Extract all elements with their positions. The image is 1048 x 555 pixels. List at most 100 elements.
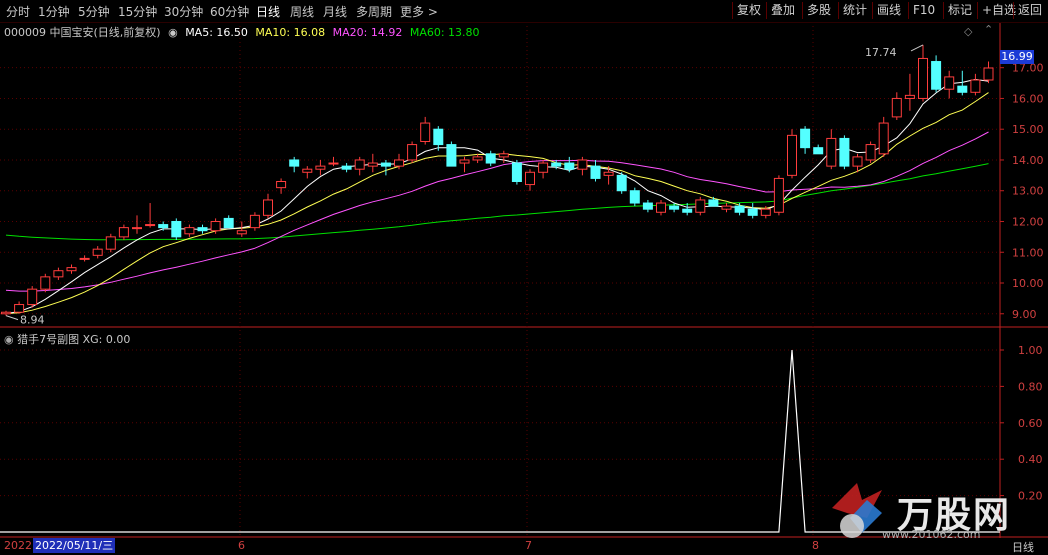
- candle-body-up: [328, 162, 339, 165]
- tab-intraday[interactable]: 分时: [6, 3, 30, 20]
- ma60-line: [5, 163, 989, 241]
- candle-body-up: [66, 267, 77, 272]
- candle-body-up: [367, 162, 378, 167]
- candle-body-down: [669, 205, 680, 210]
- candle-body-down: [511, 162, 522, 182]
- candle-body-up: [302, 168, 313, 173]
- candle-body-down: [813, 147, 824, 155]
- year-label: 2022: [4, 539, 32, 552]
- kline-chart[interactable]: 17.0016.0015.0014.0013.0012.0011.0010.00…: [0, 0, 1048, 554]
- candle-body-up: [577, 159, 588, 170]
- tab-daily[interactable]: 日线: [256, 3, 280, 20]
- candle-body-down: [551, 162, 562, 167]
- tab-multi-period[interactable]: 多周期: [356, 3, 392, 20]
- candle-body-down: [171, 220, 182, 238]
- candle-body-down: [564, 162, 575, 170]
- indicator-tick-label: 0.60: [1018, 417, 1043, 430]
- candle-body-down: [629, 190, 640, 204]
- multi-stock-button[interactable]: 多股: [802, 2, 835, 19]
- tab-monthly[interactable]: 月线: [323, 3, 347, 20]
- low-marker-line: [5, 315, 19, 321]
- candle-body-down: [747, 208, 758, 216]
- candle-body-down: [197, 227, 208, 232]
- price-tick-label: 16.00: [1012, 92, 1044, 105]
- stock-info-line: 000009 中国宝安(日线,前复权) ◉ MA5: 16.50 MA10: 1…: [4, 24, 484, 40]
- high-marker-line: [910, 44, 924, 52]
- draw-line-button[interactable]: 画线: [872, 2, 905, 19]
- ma10-label: MA10: 16.08: [255, 26, 326, 39]
- candle-body-up: [105, 236, 116, 250]
- diamond-icon[interactable]: ◇: [964, 25, 972, 38]
- overlay-button[interactable]: 叠加: [766, 2, 799, 19]
- candle-body-up: [944, 76, 955, 90]
- tab-weekly[interactable]: 周线: [290, 3, 314, 20]
- high-price-label: 17.74: [865, 46, 897, 59]
- candle-body-down: [485, 153, 496, 164]
- tab-15min[interactable]: 15分钟: [118, 3, 157, 20]
- candle-body-down: [734, 205, 745, 213]
- ma60-label: MA60: 13.80: [409, 26, 480, 39]
- month-7: 7: [525, 539, 532, 552]
- candle-body-up: [852, 156, 863, 167]
- candle-body-up: [498, 153, 509, 158]
- candle-body-up: [263, 199, 273, 216]
- collapse-up-icon[interactable]: ⌃: [984, 23, 993, 36]
- candle-body-up: [354, 159, 365, 170]
- candle-body-down: [642, 202, 653, 210]
- ma5-label: MA5: 16.50: [185, 26, 248, 39]
- tab-60min[interactable]: 60分钟: [210, 3, 249, 20]
- ma10-line: [5, 92, 989, 315]
- candle-body-down: [616, 174, 627, 192]
- indicator-tick-label: 0.80: [1018, 380, 1043, 393]
- candle-body-down: [341, 165, 352, 170]
- candle-body-down: [708, 199, 719, 207]
- candle-body-up: [721, 205, 732, 210]
- f10-button[interactable]: F10: [908, 2, 939, 19]
- candle-body-up: [407, 144, 418, 161]
- indicator-settings-icon[interactable]: ◉: [4, 333, 14, 346]
- ma20-label: MA20: 14.92: [332, 26, 403, 39]
- candle-body-up: [40, 276, 51, 290]
- candle-body-up: [92, 248, 103, 256]
- stock-title: 000009 中国宝安(日线,前复权): [4, 26, 161, 39]
- tab-1min[interactable]: 1分钟: [38, 3, 70, 20]
- candle-body-down: [682, 208, 693, 213]
- candle-body-down: [158, 224, 169, 229]
- watermark-url: www.201062.com: [882, 528, 981, 541]
- price-tick-label: 15.00: [1012, 123, 1044, 136]
- indicator-tick-label: 1.00: [1018, 344, 1043, 357]
- candle-body-down: [446, 144, 457, 167]
- rights-adjust-button[interactable]: 复权: [732, 2, 765, 19]
- tab-30min[interactable]: 30分钟: [164, 3, 203, 20]
- tab-5min[interactable]: 5分钟: [78, 3, 110, 20]
- tab-more[interactable]: 更多 >: [400, 3, 438, 20]
- candle-body-up: [459, 159, 470, 164]
- candle-body-up: [27, 288, 38, 306]
- candle-body-up: [983, 67, 994, 81]
- price-tick-label: 10.00: [1012, 277, 1044, 290]
- period-toolbar: 分时 1分钟 5分钟 15分钟 30分钟 60分钟 日线 周线 月线 多周期 更…: [0, 0, 1048, 23]
- candle-body-down: [800, 128, 811, 149]
- back-button[interactable]: 返回: [1013, 2, 1046, 19]
- month-8: 8: [812, 539, 819, 552]
- candle-body-up: [236, 230, 247, 235]
- ma5-line: [5, 78, 989, 314]
- statistics-button[interactable]: 统计: [838, 2, 871, 19]
- candle-body-up: [603, 171, 614, 176]
- candle-body-up: [695, 199, 706, 213]
- candle-body-up: [394, 159, 404, 167]
- candle-body-up: [14, 304, 25, 313]
- cursor-date: 2022/05/11/三: [33, 538, 116, 553]
- candle-body-down: [957, 85, 968, 93]
- price-tick-label: 14.00: [1012, 154, 1044, 167]
- candle-body-down: [223, 217, 234, 229]
- candle-body-up: [276, 181, 287, 189]
- price-tick-label: 9.00: [1012, 308, 1037, 321]
- candle-body-up: [315, 165, 326, 170]
- candle-body-up: [865, 144, 876, 161]
- price-tick-label: 11.00: [1012, 246, 1044, 259]
- mark-button[interactable]: 标记: [943, 2, 976, 19]
- candle-body-up: [918, 57, 928, 99]
- settings-circle-icon[interactable]: ◉: [168, 26, 178, 39]
- watermark-logo: 万股网 www.201062.com: [822, 478, 1022, 548]
